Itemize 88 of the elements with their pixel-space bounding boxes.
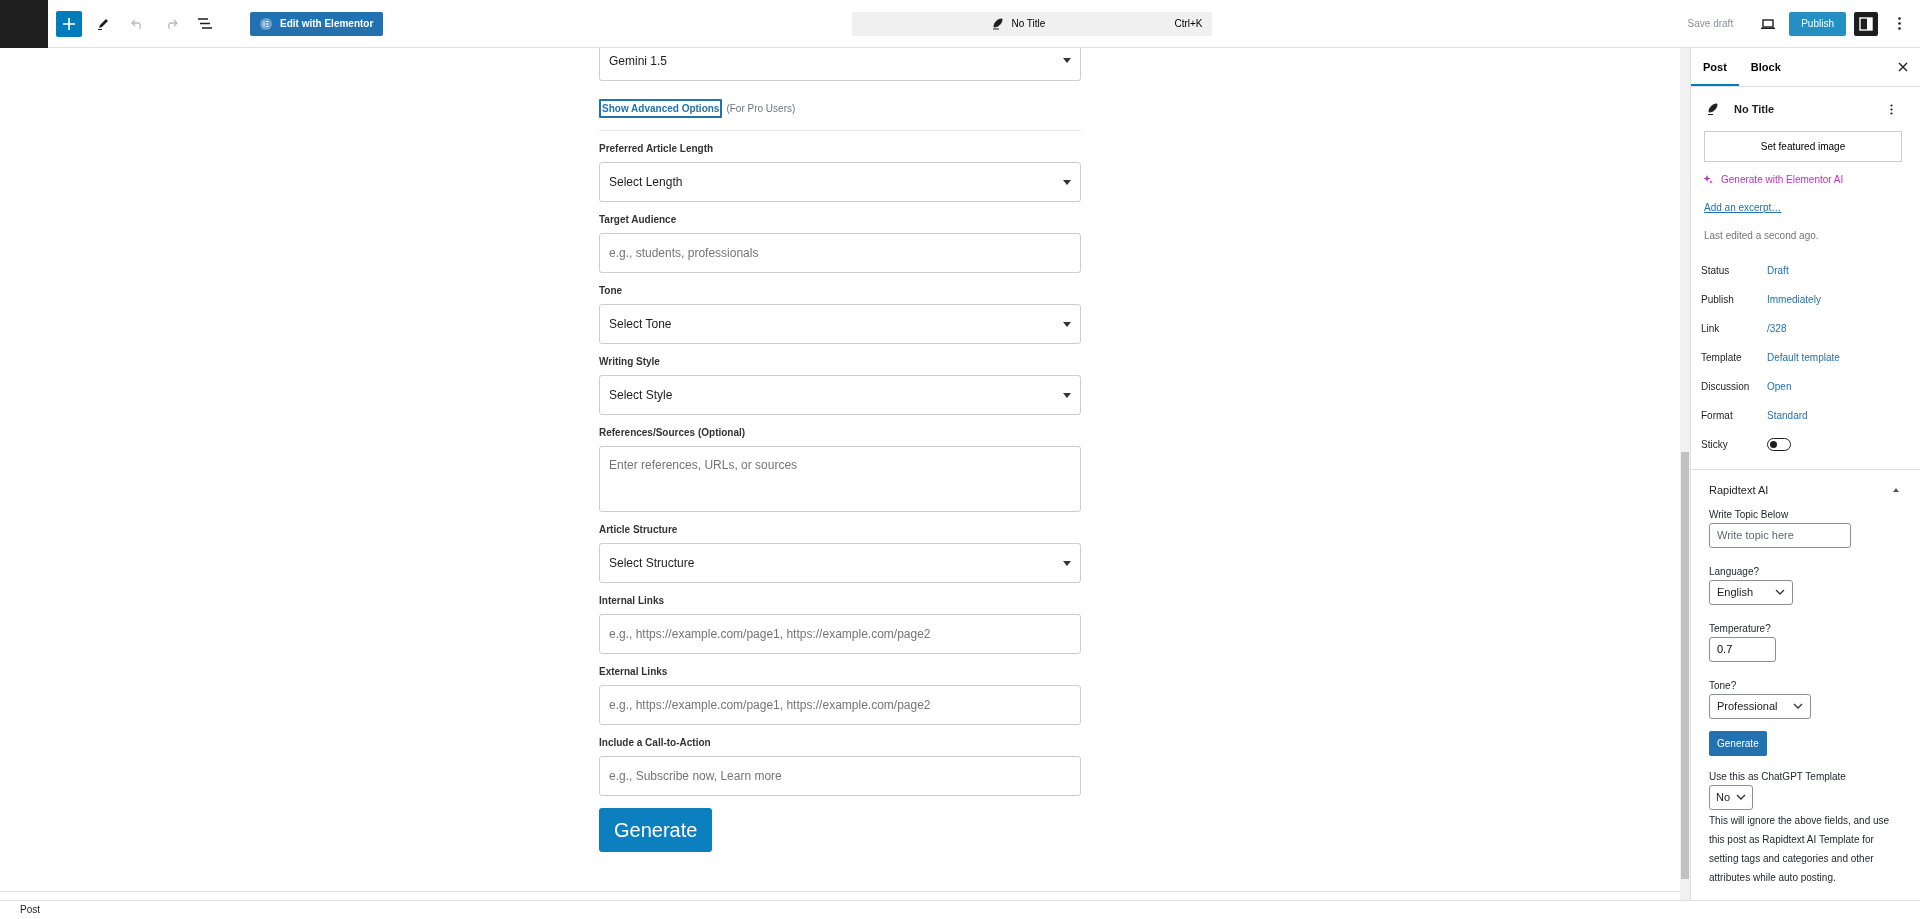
settings-button[interactable] (1854, 11, 1878, 36)
select-field[interactable]: Select Style (599, 375, 1081, 415)
set-featured-image-button[interactable]: Set featured image (1704, 131, 1902, 162)
last-edited-text: Last edited a second ago. (1704, 229, 1820, 243)
kebab-menu-icon (1897, 17, 1901, 30)
property-label: Publish (1701, 293, 1735, 307)
shortcut-label: Ctrl+K (1174, 17, 1203, 31)
property-value-link[interactable]: Standard (1767, 408, 1808, 423)
property-value-link[interactable]: Draft (1767, 263, 1789, 278)
field-label: Preferred Article Length (599, 142, 715, 156)
undo-icon (130, 18, 144, 29)
save-draft-button[interactable]: Save draft (1681, 15, 1740, 32)
publish-button[interactable]: Publish (1789, 11, 1846, 36)
caret-icon (1063, 560, 1071, 566)
input-field[interactable]: e.g., Subscribe now, Learn more (599, 756, 1081, 796)
field-label: Temperature? (1709, 621, 1772, 636)
elementor-logo-icon (260, 17, 272, 30)
laptop-icon (1761, 18, 1776, 29)
close-icon (1898, 62, 1908, 72)
input-field[interactable]: e.g., https://example.com/page1, https://example.com/page2 (599, 685, 1081, 725)
property-value-link[interactable]: Open (1767, 379, 1792, 394)
select-field[interactable]: Professional (1709, 693, 1811, 719)
property-label: Template (1701, 351, 1743, 365)
sticky-toggle[interactable] (1767, 438, 1791, 451)
sparkle-icon (1704, 175, 1713, 184)
panel-title: Rapidtext AI (1709, 483, 1769, 498)
add-excerpt-link[interactable]: Add an excerpt… (1704, 200, 1782, 215)
field-label: Tone? (1709, 678, 1738, 693)
input-field[interactable]: e.g., students, professionals (599, 233, 1081, 273)
sidebar-tab[interactable]: Post (1691, 48, 1739, 86)
model-select[interactable]: Gemini 1.5 (599, 48, 1081, 81)
pencil-icon (97, 17, 109, 30)
field-label: Use this as ChatGPT Template (1709, 769, 1847, 784)
select-field[interactable]: English (1709, 579, 1793, 605)
pro-users-note: (For Pro Users) (726, 102, 796, 116)
caret-icon (1063, 58, 1071, 63)
scrollbar-thumb[interactable] (1681, 452, 1689, 879)
select-field[interactable]: Select Structure (599, 543, 1081, 583)
property-label: Status (1701, 264, 1731, 278)
chevron-icon (1793, 703, 1803, 709)
property-value-link[interactable]: Default template (1767, 350, 1840, 365)
property-label: Discussion (1701, 380, 1751, 394)
edit-with-elementor-button[interactable]: Edit with Elementor (250, 11, 384, 36)
command-bar[interactable]: No Title Ctrl+K (852, 11, 1213, 36)
sidebar-tab[interactable]: Block (1738, 48, 1793, 86)
property-value-link[interactable]: /328 (1767, 321, 1787, 336)
select-field[interactable]: Select Tone (599, 304, 1081, 344)
field-label: External Links (599, 665, 669, 679)
post-title: No Title (1734, 101, 1775, 117)
field-label: Tone (599, 284, 624, 298)
kebab-menu-icon (1889, 103, 1893, 115)
feather-icon (1707, 103, 1718, 115)
field-label: Target Audience (599, 213, 678, 227)
feather-icon (991, 17, 1004, 30)
add-block-button[interactable] (56, 10, 82, 37)
select-field[interactable]: No (1709, 784, 1753, 810)
property-value-link[interactable]: Immediately (1767, 292, 1821, 307)
generate-ai-link[interactable]: Generate with Elementor AI (1704, 172, 1844, 187)
input-field[interactable]: e.g., https://example.com/page1, https://example.com/page2 (599, 614, 1081, 654)
field-label: Article Structure (599, 523, 679, 537)
chevron-icon (1736, 794, 1746, 800)
generate-button[interactable]: Generate (599, 808, 713, 852)
post-title: No Title (1011, 17, 1046, 31)
field-label: References/Sources (Optional) (599, 426, 747, 440)
plus-icon (63, 17, 75, 30)
chevron-icon (1775, 589, 1785, 595)
field-label: Write Topic Below (1709, 507, 1790, 522)
property-label: Sticky (1701, 438, 1729, 452)
show-advanced-options-link[interactable]: Show Advanced Options (599, 99, 723, 118)
field-label: Internal Links (599, 594, 665, 608)
generate-button[interactable]: Generate (1709, 730, 1767, 756)
property-label: Format (1701, 409, 1734, 423)
field-label: Writing Style (599, 355, 661, 369)
select-field[interactable]: Select Length (599, 162, 1081, 202)
breadcrumb-label: Post (20, 903, 40, 917)
caret-icon (1063, 321, 1071, 327)
help-text: This will ignore the above fields, and use this post as Rapidtext AI Template for setting tags and categories and other attributes while auto posting. (1709, 813, 1891, 885)
list-view-icon (198, 18, 212, 29)
input-field[interactable]: 0.7 (1709, 636, 1776, 662)
field-label: Include a Call-to-Action (599, 736, 712, 750)
sidebar-panel-icon (1859, 16, 1873, 31)
input-field[interactable]: Write topic here (1709, 522, 1851, 548)
text-area[interactable]: Enter references, URLs, or sources (599, 446, 1081, 512)
caret-icon (1063, 392, 1071, 398)
property-label: Link (1701, 322, 1721, 336)
field-label: Language? (1709, 564, 1761, 579)
caret-icon (1063, 179, 1071, 185)
triangle-up-icon (1893, 488, 1899, 493)
